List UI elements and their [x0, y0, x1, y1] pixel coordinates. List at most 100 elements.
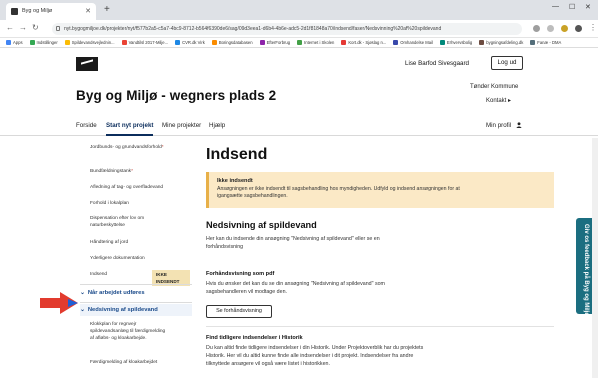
maximize-icon[interactable]: ☐ [569, 3, 575, 11]
browser-menu-icon[interactable]: ⋮ [589, 23, 597, 32]
alert-body: Ansøgningen er ikke indsendt til sagsbeh… [217, 186, 460, 200]
browser-tab[interactable]: Byg og Miljø ✕ [6, 3, 96, 20]
sidebar-item-indsend[interactable]: Indsend IKKE INDSENDT [90, 270, 190, 286]
nav-item-forside[interactable]: Forside [76, 122, 97, 129]
sidebar-sub-item-klokkplan[interactable]: Klokkplan for regnvejr spildevandsanlæg … [90, 321, 168, 342]
bookmark-item[interactable]: bygningsafdeling.dk [479, 38, 523, 47]
bookmark-label: Apps [13, 40, 23, 45]
content-divider [206, 326, 554, 327]
chevron-down-icon: ⌄ [80, 307, 85, 313]
sidebar-item-jordbund[interactable]: Jordbunds- og grundvandsforhold* [90, 144, 170, 151]
sidebar-item-dispensation[interactable]: Dispensation efter lov om naturbeskyttel… [90, 215, 170, 229]
sidebar-item-bundfaeldningstank[interactable]: Bundfældningstank* [90, 168, 190, 175]
site-logo[interactable] [76, 57, 98, 71]
bookmark-item[interactable]: Kort.dk - Sjøslag n... [341, 38, 387, 47]
reload-icon[interactable]: ↻ [32, 23, 39, 32]
bookmark-favicon-icon [393, 40, 399, 45]
bookmark-item[interactable]: Indstillinger [29, 38, 58, 47]
nav-item-hjaelp[interactable]: Hjælp [209, 122, 225, 129]
bookmark-favicon-icon [29, 40, 35, 45]
minimize-icon[interactable]: — [552, 3, 559, 10]
required-marker: * [161, 145, 164, 150]
bookmark-favicon-icon [175, 40, 181, 45]
sidebar-item-lokalplan[interactable]: Forhold i lokalplan [90, 200, 190, 207]
chevron-down-icon: ⌄ [80, 290, 85, 296]
bookmark-item[interactable]: Boringsdatabasen [211, 38, 253, 47]
translate-icon[interactable] [533, 25, 540, 32]
bookmark-favicon-icon [259, 40, 265, 45]
bookmark-favicon-icon [341, 40, 347, 45]
bookmark-favicon-icon [121, 40, 127, 45]
sidebar-item-label: Indsend [90, 272, 108, 277]
address-bar[interactable]: nyt.bygogmiljoe.dk/projekter/nyt/f577b2a… [52, 23, 522, 35]
bookmark-item[interactable]: Internet i Skolen [297, 38, 334, 47]
profile-icon[interactable] [575, 25, 582, 32]
sidebar-item-jord[interactable]: Håndtering af jord [90, 239, 190, 246]
profile-link[interactable]: Min profil [486, 122, 522, 129]
history-heading: Find tidligere indsendelser i Historik [206, 335, 303, 341]
username: Lise Barfod Sivesgaard [405, 60, 469, 67]
contact-link[interactable]: Kontakt ▸ [486, 97, 511, 104]
sidebar-section-label: Når arbejdet udføres [87, 290, 145, 296]
sidebar-item-label: Jordbunds- og grundvandsforhold [90, 145, 162, 150]
sidebar-divider [80, 302, 192, 303]
lock-icon [56, 26, 60, 31]
bookmark-favicon-icon [530, 40, 536, 45]
person-icon [516, 122, 522, 128]
sidebar-section-naar-arbejdet-udfoeres[interactable]: ⌄ Når arbejdet udføres [80, 290, 145, 296]
main-nav: Forside Start nyt projekt Mine projekter… [0, 118, 598, 136]
bookmark-item[interactable]: Erhvervsbolig [439, 38, 473, 47]
logout-button[interactable]: Log ud [491, 56, 523, 70]
bookmark-favicon-icon [297, 40, 303, 45]
status-alert: Ikke indsendt Ansøgningen er ikke indsen… [206, 172, 554, 208]
section-description: Her kan du indsende din ansøgning "Nedsi… [206, 236, 380, 250]
bookmark-item[interactable]: Vandtilsl 2017-Milje... [121, 38, 168, 47]
bookmark-label: Fanæ - DMA [537, 40, 562, 45]
close-tab-icon[interactable]: ✕ [85, 3, 91, 20]
bookmark-label: Indstillinger [36, 40, 58, 45]
bookmark-favicon-icon [6, 40, 11, 45]
page-scrollbar[interactable] [592, 138, 598, 378]
preview-heading: Forhåndsvisning som pdf [206, 271, 275, 277]
new-tab-button[interactable]: + [104, 3, 110, 17]
bookmark-label: Omhandelse Mail [400, 40, 433, 45]
main-heading: Indsend [206, 146, 268, 163]
nav-item-start-nyt-projekt[interactable]: Start nyt projekt [106, 122, 154, 136]
bookmark-label: CVR.dk Virk [182, 40, 205, 45]
sidebar-item-dokumentation[interactable]: Yderligere dokumentation [90, 255, 190, 262]
sidebar-sub-item-faerdigmelding[interactable]: Færdigmelding af kloakarbejdet [90, 359, 190, 366]
browser-toolbar: ← → ↻ nyt.bygogmiljoe.dk/projekter/nyt/f… [0, 20, 598, 38]
browser-tab-title: Byg og Miljø [22, 8, 53, 14]
sidebar-divider [80, 284, 192, 285]
bookmark-star-icon[interactable] [547, 25, 554, 32]
bookmarks-bar: Apps Indstillinger Spildevandsvejlednin...… [0, 38, 598, 48]
section-heading: Nedsivning af spildevand [206, 220, 317, 230]
bookmark-label: Erhvervsbolig [446, 40, 473, 45]
chevron-right-icon: ▸ [508, 98, 512, 104]
bookmark-item[interactable]: Fanæ - DMA [530, 38, 562, 47]
required-marker: * [131, 169, 133, 174]
close-window-icon[interactable]: ✕ [585, 3, 591, 11]
preview-button[interactable]: Se forhåndsvisning [206, 305, 272, 318]
sidebar-section-label: Nedsivning af spildevand [87, 307, 158, 313]
bookmark-label: Kort.dk - Sjøslag n... [348, 40, 387, 45]
bookmark-item[interactable]: Apps [6, 38, 23, 47]
bookmark-favicon-icon [479, 40, 485, 45]
bookmark-item[interactable]: Omhandelse Mail [393, 38, 433, 47]
forward-icon[interactable]: → [19, 23, 27, 32]
sidebar-section-nedsivning[interactable]: ⌄ Nedsivning af spildevand [80, 307, 158, 313]
bookmark-item[interactable]: CVR.dk Virk [175, 38, 205, 47]
bookmark-favicon-icon [211, 40, 217, 45]
bookmark-label: Boringsdatabasen [218, 40, 253, 45]
profile-label: Min profil [486, 122, 512, 129]
preview-description: Hvis du ønsker det kan du se din ansøgni… [206, 281, 385, 295]
bookmark-item[interactable]: Spildevandsvejlednin... [64, 38, 115, 47]
address-url: nyt.bygogmiljoe.dk/projekter/nyt/f577b2a… [64, 26, 442, 32]
nav-item-mine-projekter[interactable]: Mine projekter [162, 122, 201, 129]
sidebar-item-label: Bundfældningstank [90, 169, 132, 174]
bookmark-item[interactable]: EfterForbrug [259, 38, 290, 47]
extension-icon[interactable] [561, 25, 568, 32]
sidebar-item-afledning[interactable]: Afledning af tag- og overfladevand [90, 184, 190, 191]
bookmark-label: Spildevandsvejlednin... [71, 40, 115, 45]
back-icon[interactable]: ← [6, 23, 14, 32]
